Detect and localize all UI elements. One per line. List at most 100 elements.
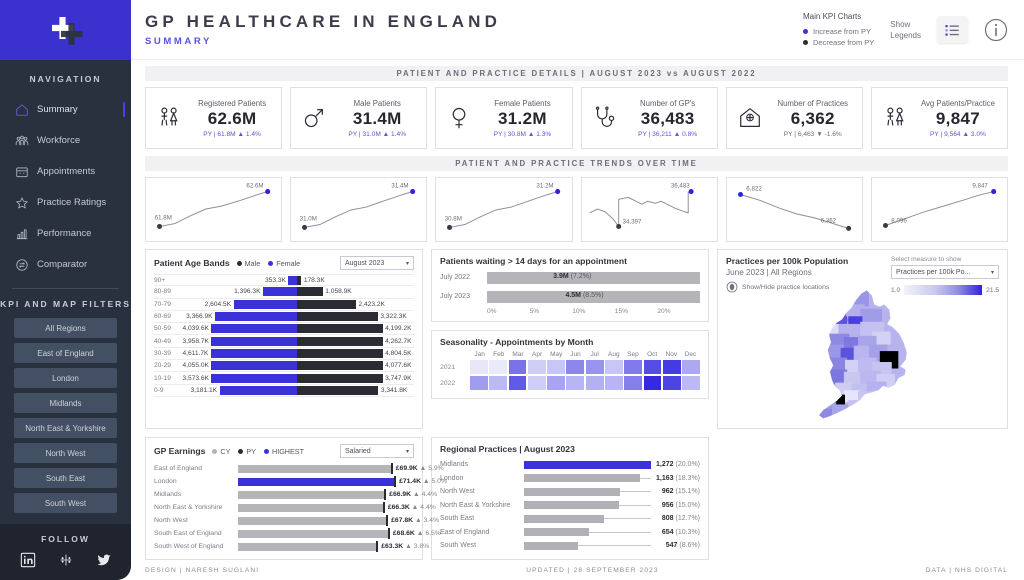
male-bar[interactable] xyxy=(297,373,383,383)
kpi-card-number-of-gps[interactable]: Number of GP's 36,483 PY | 36,211 ▲ 0.8% xyxy=(580,87,718,149)
heatmap-cell[interactable] xyxy=(566,376,585,390)
age-band-row[interactable]: 60-69 3,366.9K 3,322.3K xyxy=(154,311,414,324)
earnings-row[interactable]: Midlands £66.9K ▲ 4.4% xyxy=(154,488,437,501)
sidebar-item-summary[interactable]: Summary xyxy=(0,94,131,125)
age-band-row[interactable]: 30-39 4,611.7K 4,804.5K xyxy=(154,348,414,361)
heatmap-cell[interactable] xyxy=(585,376,604,390)
earnings-bar[interactable] xyxy=(238,516,388,525)
waiting-row[interactable]: July 2022 3.9M (7.2%) xyxy=(440,270,700,285)
female-bar[interactable] xyxy=(210,348,297,358)
toggle-legends-button[interactable] xyxy=(937,16,968,43)
regional-row[interactable]: South East 808 (12.7%) xyxy=(440,512,700,526)
sparkline-registered-patients[interactable]: 61.8M 62.6M xyxy=(145,177,283,242)
age-band-row[interactable]: 80-89 1,396.3K 1,058.9K xyxy=(154,286,414,299)
region-filter-south-east[interactable]: South East xyxy=(14,468,117,488)
age-band-row[interactable]: 40-49 3,958.7K 4,262.7K xyxy=(154,335,414,348)
earnings-row[interactable]: North West £67.8K ▲ 3.4% xyxy=(154,514,439,527)
region-filter-midlands[interactable]: Midlands xyxy=(14,393,117,413)
female-bar[interactable] xyxy=(211,324,297,334)
sidebar-item-practice-ratings[interactable]: Practice Ratings xyxy=(0,187,131,218)
map-canvas[interactable] xyxy=(718,288,1007,424)
earnings-bar[interactable] xyxy=(238,542,378,551)
earnings-bar[interactable] xyxy=(238,464,392,473)
heatmap-cell[interactable] xyxy=(624,360,643,374)
region-filter-london[interactable]: London xyxy=(14,368,117,388)
region-filter-north-west[interactable]: North West xyxy=(14,443,117,463)
heatmap-cell[interactable] xyxy=(508,376,527,390)
male-bar[interactable] xyxy=(297,324,383,334)
heatmap-cell[interactable] xyxy=(662,376,681,390)
age-band-row[interactable]: 90+ 353.3K 178.3K xyxy=(154,274,414,287)
heatmap-cell[interactable] xyxy=(547,360,565,374)
sidebar-item-comparator[interactable]: Comparator xyxy=(0,249,131,280)
waiting-row[interactable]: July 2023 4.5M (8.5%) xyxy=(440,289,700,304)
female-bar[interactable] xyxy=(263,287,297,297)
age-band-row[interactable]: 0-9 3,181.1K 3,341.8K xyxy=(154,385,414,397)
age-band-row[interactable]: 10-19 3,573.6K 3,747.9K xyxy=(154,372,414,385)
female-bar[interactable] xyxy=(211,373,297,383)
earnings-bar[interactable] xyxy=(238,529,389,538)
female-bar[interactable] xyxy=(233,299,297,309)
earnings-bar[interactable] xyxy=(238,503,384,512)
age-band-row[interactable]: 50-59 4,039.6K 4,199.2K xyxy=(154,323,414,336)
region-filter-north-east-and-yorkshire[interactable]: North East & Yorkshire xyxy=(14,418,117,438)
earnings-row[interactable]: South East of England £68.6K ▲ 6.5% xyxy=(154,527,441,540)
map-measure-select[interactable]: Practices per 100k Po... ▾ xyxy=(890,265,999,279)
kpi-card-avg-patients-per-practice[interactable]: Avg Patients/Practice 9,847 PY | 9,564 ▲… xyxy=(870,87,1009,149)
sparkline-number-of-gps[interactable]: 34,397 36,483 xyxy=(580,177,718,242)
female-bar[interactable] xyxy=(215,312,297,322)
earnings-row[interactable]: East of England £69.9K ▲ 5.9% xyxy=(154,462,444,475)
regional-bar[interactable] xyxy=(524,501,620,510)
male-bar[interactable] xyxy=(297,385,379,395)
regional-bar[interactable] xyxy=(524,460,651,469)
kpi-card-registered-patients[interactable]: Registered Patients 62.6M PY | 61.8M ▲ 1… xyxy=(145,87,283,149)
heatmap-cell[interactable] xyxy=(605,376,623,390)
kpi-card-male-patients[interactable]: Male Patients 31.4M PY | 31.0M ▲ 1.4% xyxy=(290,87,428,149)
heatmap-cell[interactable] xyxy=(489,376,508,390)
regional-bar[interactable] xyxy=(524,514,605,523)
heatmap-cell[interactable] xyxy=(662,360,681,374)
sparkline-female-patients[interactable]: 30.8M 31.2M xyxy=(435,177,573,242)
info-button[interactable] xyxy=(984,18,1008,42)
sidebar-item-appointments[interactable]: Appointments xyxy=(0,156,131,187)
regional-bar[interactable] xyxy=(524,487,620,496)
heatmap-cell[interactable] xyxy=(489,360,508,374)
region-filter-south-west[interactable]: South West xyxy=(14,493,117,513)
sidebar-item-performance[interactable]: Performance xyxy=(0,218,131,249)
earnings-row[interactable]: South West of England £63.3K ▲ 3.8% xyxy=(154,540,429,553)
heatmap-cell[interactable] xyxy=(527,360,546,374)
region-filter-all-regions[interactable]: All Regions xyxy=(14,318,117,338)
sidebar-item-workforce[interactable]: Workforce xyxy=(0,125,131,156)
regional-bar[interactable] xyxy=(524,474,640,483)
male-bar[interactable] xyxy=(297,312,378,322)
regional-bar[interactable] xyxy=(524,528,590,537)
heatmap-cell[interactable] xyxy=(527,376,546,390)
male-bar[interactable] xyxy=(297,336,383,346)
heatmap-cell[interactable] xyxy=(624,376,643,390)
regional-row[interactable]: Midlands 1,272 (20.0%) xyxy=(440,458,700,472)
female-bar[interactable] xyxy=(211,361,297,371)
male-bar[interactable] xyxy=(297,287,323,297)
heatmap-cell[interactable] xyxy=(566,360,585,374)
heatmap-cell[interactable] xyxy=(585,360,604,374)
heatmap-cell[interactable] xyxy=(682,360,701,374)
heatmap-cell[interactable] xyxy=(470,376,488,390)
regional-row[interactable]: London 1,163 (18.3%) xyxy=(440,472,700,486)
heatmap-cell[interactable] xyxy=(470,360,488,374)
age-period-select[interactable]: August 2023 ▾ xyxy=(340,256,414,270)
region-filter-east-of-england[interactable]: East of England xyxy=(14,343,117,363)
earnings-row[interactable]: London £71.4K ▲ 5.0% xyxy=(154,475,447,488)
age-band-row[interactable]: 70-79 2,604.5K 2,423.2K xyxy=(154,299,414,311)
age-band-row[interactable]: 20-29 4,055.0K 4,077.6K xyxy=(154,360,414,373)
tableau-icon[interactable] xyxy=(58,552,74,568)
regional-row[interactable]: North West 962 (15.1%) xyxy=(440,485,700,499)
heatmap-cell[interactable] xyxy=(605,360,623,374)
regional-bar[interactable] xyxy=(524,541,579,550)
heatmap-cell[interactable] xyxy=(643,360,662,374)
male-bar[interactable] xyxy=(297,361,383,371)
heatmap-cell[interactable] xyxy=(643,376,662,390)
regional-row[interactable]: East of England 654 (10.3%) xyxy=(440,526,700,540)
regional-row[interactable]: South West 547 (8.6%) xyxy=(440,539,700,553)
earnings-bar[interactable] xyxy=(238,477,396,486)
sparkline-avg-patients-per-practice[interactable]: 8,096 9,847 xyxy=(870,177,1009,242)
